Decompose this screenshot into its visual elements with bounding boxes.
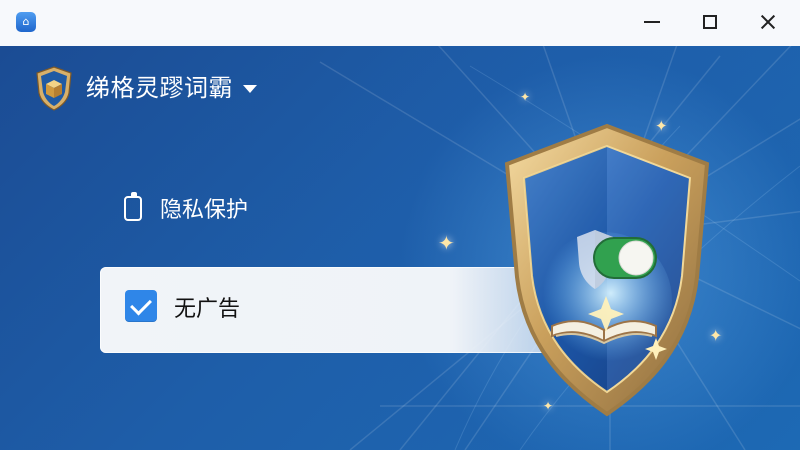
app-title: 绨格灵蹘词霸: [86, 74, 233, 102]
no-ads-checkbox[interactable]: [125, 290, 157, 322]
minimize-icon: [644, 21, 660, 23]
brand-header[interactable]: 绨格灵蹘词霸: [30, 62, 257, 114]
privacy-label: 隐私保护: [160, 198, 249, 223]
battery-icon: [124, 191, 142, 221]
maximize-icon: [703, 15, 717, 29]
sparkle-icon: ✦: [709, 326, 723, 345]
sparkle-icon: ✦: [520, 90, 531, 104]
shield-box-icon: [36, 66, 72, 111]
main-panel: 绨格灵蹘词霸 隐私保护 无广告 ✦ ✦ ✦ ✦ ✦: [0, 46, 800, 450]
maximize-button[interactable]: [698, 10, 722, 34]
checkbox-checked-icon: [130, 293, 152, 316]
title-bar: ⌂: [0, 0, 800, 47]
close-icon: [760, 14, 776, 30]
app-logo-icon: ⌂: [16, 12, 36, 32]
close-button[interactable]: [756, 10, 780, 34]
minimize-button[interactable]: [640, 10, 664, 34]
privacy-protection-item: 隐私保护: [124, 191, 249, 224]
shield-illustration: [504, 123, 710, 417]
chevron-down-icon[interactable]: [243, 85, 257, 93]
app-window: ⌂ 绨格灵蹘词霸 隐私保护 无广告 ✦ ✦ ✦ ✦ ✦: [0, 0, 800, 450]
sparkle-icon: ✦: [543, 399, 554, 413]
sparkle-icon: ✦: [655, 117, 668, 135]
sparkle-icon: ✦: [438, 231, 455, 255]
no-ads-label: 无广告: [174, 297, 241, 322]
